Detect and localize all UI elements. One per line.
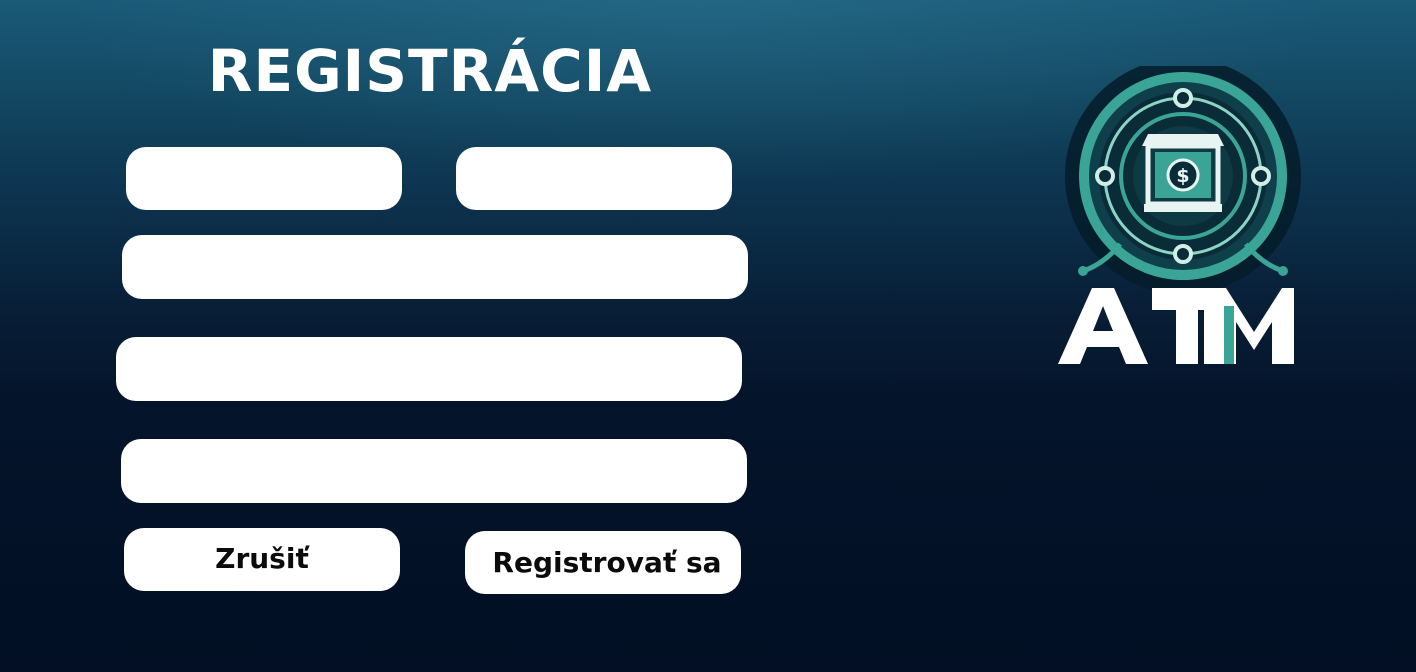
bank-dollar-emblem-icon: $ (1058, 58, 1301, 364)
cancel-button[interactable]: Zrušiť (124, 528, 400, 591)
first-name-field[interactable] (126, 147, 402, 210)
register-button-label: Registrovať sa (492, 546, 722, 579)
cancel-button-label: Zrušiť (215, 541, 309, 575)
page-title: REGISTRÁCIA (207, 37, 653, 105)
svg-text:$: $ (1176, 165, 1189, 187)
atm-logo: $ ATM (1048, 58, 1309, 376)
password-field[interactable] (116, 337, 742, 401)
email-field[interactable] (122, 235, 748, 299)
logo-text: ATM (1308, 66, 1309, 67)
register-button[interactable]: Registrovať sa (465, 531, 741, 594)
last-name-field[interactable] (456, 147, 732, 210)
confirm-password-field[interactable] (121, 439, 747, 503)
